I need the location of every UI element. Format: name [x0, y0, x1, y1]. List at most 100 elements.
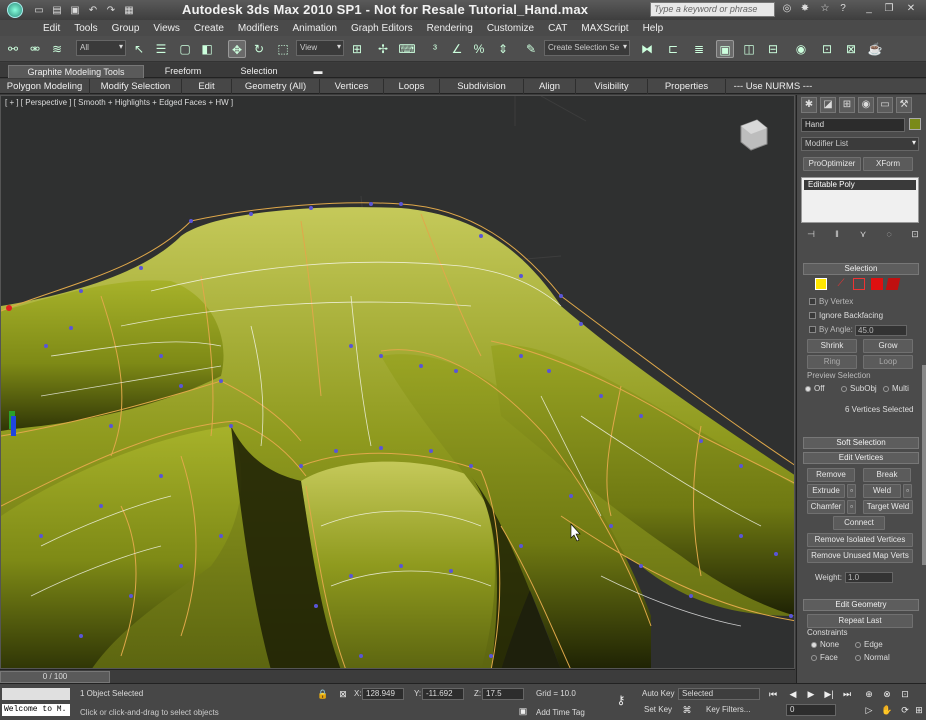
- constraint-normal-radio[interactable]: Normal: [855, 653, 890, 662]
- menu-customize[interactable]: Customize: [480, 23, 541, 34]
- target-weld-button[interactable]: Target Weld: [863, 500, 913, 514]
- shrink-button[interactable]: Shrink: [807, 339, 857, 353]
- time-tag-icon[interactable]: ▣: [516, 705, 530, 717]
- modifier-list-dropdown[interactable]: Modifier List: [801, 137, 919, 151]
- stack-item-editable-poly[interactable]: Editable Poly: [804, 180, 916, 190]
- time-slider-thumb[interactable]: 0 / 100: [0, 671, 110, 683]
- border-mode-icon[interactable]: [853, 278, 865, 290]
- constraint-none-radio[interactable]: None: [811, 640, 839, 649]
- angle-snap-icon[interactable]: ∠: [448, 40, 466, 58]
- mirror-icon[interactable]: ⧓: [638, 40, 656, 58]
- set-key-key-icon[interactable]: ⚷: [614, 694, 628, 706]
- material-editor-icon[interactable]: ◉: [792, 40, 810, 58]
- selection-filter-dropdown[interactable]: All: [76, 40, 126, 56]
- app-logo[interactable]: [0, 0, 30, 20]
- panel-subdivision[interactable]: Subdivision: [440, 79, 524, 94]
- viewport-label[interactable]: [ + ] [ Perspective ] [ Smooth + Highlig…: [5, 98, 233, 107]
- ignore-backfacing-checkbox[interactable]: Ignore Backfacing: [809, 311, 883, 320]
- extrude-settings-icon[interactable]: ▫: [847, 484, 856, 498]
- rendered-frame-icon[interactable]: ⊠: [842, 40, 860, 58]
- edit-vertices-rollout-header[interactable]: Edit Vertices: [803, 452, 919, 464]
- close-icon[interactable]: ✕: [904, 3, 918, 17]
- go-to-end-icon[interactable]: ⏭: [840, 688, 854, 700]
- set-key-button[interactable]: Set Key: [644, 705, 672, 714]
- x-coordinate-field[interactable]: 128.949: [362, 688, 404, 700]
- restore-icon[interactable]: ❐: [882, 3, 896, 17]
- select-rotate-icon[interactable]: ↻: [250, 40, 268, 58]
- menu-cat[interactable]: CAT: [541, 23, 574, 34]
- display-tab-icon[interactable]: ▭: [877, 97, 893, 113]
- key-mode-dropdown[interactable]: Selected: [678, 688, 760, 700]
- link-icon[interactable]: ⚯: [4, 40, 22, 58]
- add-time-tag-button[interactable]: Add Time Tag: [536, 708, 585, 717]
- go-to-start-icon[interactable]: ⏮: [766, 688, 780, 700]
- render-production-icon[interactable]: ☕: [866, 40, 884, 58]
- maxscript-listener-top[interactable]: [2, 688, 70, 700]
- zoom-extents-icon[interactable]: ⊡: [898, 688, 912, 700]
- panel-edit[interactable]: Edit: [182, 79, 232, 94]
- menu-rendering[interactable]: Rendering: [420, 23, 480, 34]
- weld-button[interactable]: Weld: [863, 484, 901, 498]
- prooptimizer-button[interactable]: ProOptimizer: [803, 157, 861, 171]
- render-setup-icon[interactable]: ⊡: [818, 40, 836, 58]
- graphite-toggle-icon[interactable]: ▣: [716, 40, 734, 58]
- gizmo-z-axis[interactable]: [11, 416, 16, 436]
- menu-views[interactable]: Views: [146, 23, 187, 34]
- motion-tab-icon[interactable]: ◉: [858, 97, 874, 113]
- unlink-icon[interactable]: ⚮: [26, 40, 44, 58]
- z-coordinate-field[interactable]: 17.5: [482, 688, 524, 700]
- time-slider[interactable]: 0 / 100: [0, 669, 795, 683]
- connect-button[interactable]: Connect: [833, 516, 885, 530]
- constraint-edge-radio[interactable]: Edge: [855, 640, 883, 649]
- rect-selection-icon[interactable]: ▢: [176, 40, 194, 58]
- viewcube-icon[interactable]: [740, 119, 768, 151]
- remove-unused-map-verts-button[interactable]: Remove Unused Map Verts: [807, 549, 913, 563]
- grow-button[interactable]: Grow: [863, 339, 913, 353]
- panel-geometry-all[interactable]: Geometry (All): [232, 79, 320, 94]
- break-button[interactable]: Break: [863, 468, 911, 482]
- pan-view-icon[interactable]: ✋: [880, 704, 894, 716]
- play-icon[interactable]: ▶: [804, 688, 818, 700]
- current-frame-field[interactable]: 0: [786, 704, 836, 716]
- field-of-view-icon[interactable]: ▷: [862, 704, 876, 716]
- ref-coord-dropdown[interactable]: View: [296, 40, 344, 56]
- weight-spinner[interactable]: 1.0: [845, 572, 893, 583]
- select-scale-icon[interactable]: ⬚: [274, 40, 292, 58]
- angle-spinner[interactable]: 45.0: [855, 325, 907, 336]
- selection-rollout-header[interactable]: Selection: [803, 263, 919, 275]
- command-panel-scrollbar[interactable]: [922, 365, 926, 565]
- soft-selection-rollout-header[interactable]: Soft Selection: [803, 437, 919, 449]
- layer-manager-icon[interactable]: ≣: [690, 40, 708, 58]
- pivot-center-icon[interactable]: ⊞: [348, 40, 366, 58]
- select-manipulate-icon[interactable]: ✢: [374, 40, 392, 58]
- menu-maxscript[interactable]: MAXScript: [574, 23, 635, 34]
- key-icon[interactable]: ⌘: [680, 704, 694, 716]
- panel-properties[interactable]: Properties: [648, 79, 726, 94]
- object-color-swatch[interactable]: [909, 118, 921, 130]
- tab-graphite-modeling-tools[interactable]: Graphite Modeling Tools: [8, 65, 144, 78]
- remove-modifier-icon[interactable]: ◌: [883, 229, 895, 241]
- absolute-mode-icon[interactable]: ⊠: [336, 688, 350, 700]
- new-file-icon[interactable]: ▭: [31, 2, 47, 18]
- previous-frame-icon[interactable]: ◀: [786, 688, 800, 700]
- select-by-name-icon[interactable]: ☰: [152, 40, 170, 58]
- maxscript-listener[interactable]: Welcome to M.: [2, 704, 70, 716]
- remove-button[interactable]: Remove: [807, 468, 855, 482]
- panel-loops[interactable]: Loops: [384, 79, 440, 94]
- undo-icon[interactable]: ↶: [85, 2, 101, 18]
- hierarchy-tab-icon[interactable]: ⊞: [839, 97, 855, 113]
- project-folder-icon[interactable]: ▦: [121, 2, 137, 18]
- select-move-icon[interactable]: ✥: [228, 40, 246, 58]
- star-icon[interactable]: ☆: [818, 3, 832, 17]
- minimize-icon[interactable]: _: [862, 3, 876, 17]
- snaps-toggle-icon[interactable]: ³: [426, 40, 444, 58]
- named-selection-dropdown[interactable]: Create Selection Se: [544, 40, 630, 56]
- edge-mode-icon[interactable]: ⟋: [835, 278, 847, 290]
- preview-subobj-radio[interactable]: SubObj: [841, 384, 877, 393]
- orbit-icon[interactable]: ⟳: [898, 704, 912, 716]
- chamfer-settings-icon[interactable]: ▫: [847, 500, 856, 514]
- zoom-icon[interactable]: ⊕: [862, 688, 876, 700]
- menu-edit[interactable]: Edit: [36, 23, 67, 34]
- redo-icon[interactable]: ↷: [103, 2, 119, 18]
- extrude-button[interactable]: Extrude: [807, 484, 845, 498]
